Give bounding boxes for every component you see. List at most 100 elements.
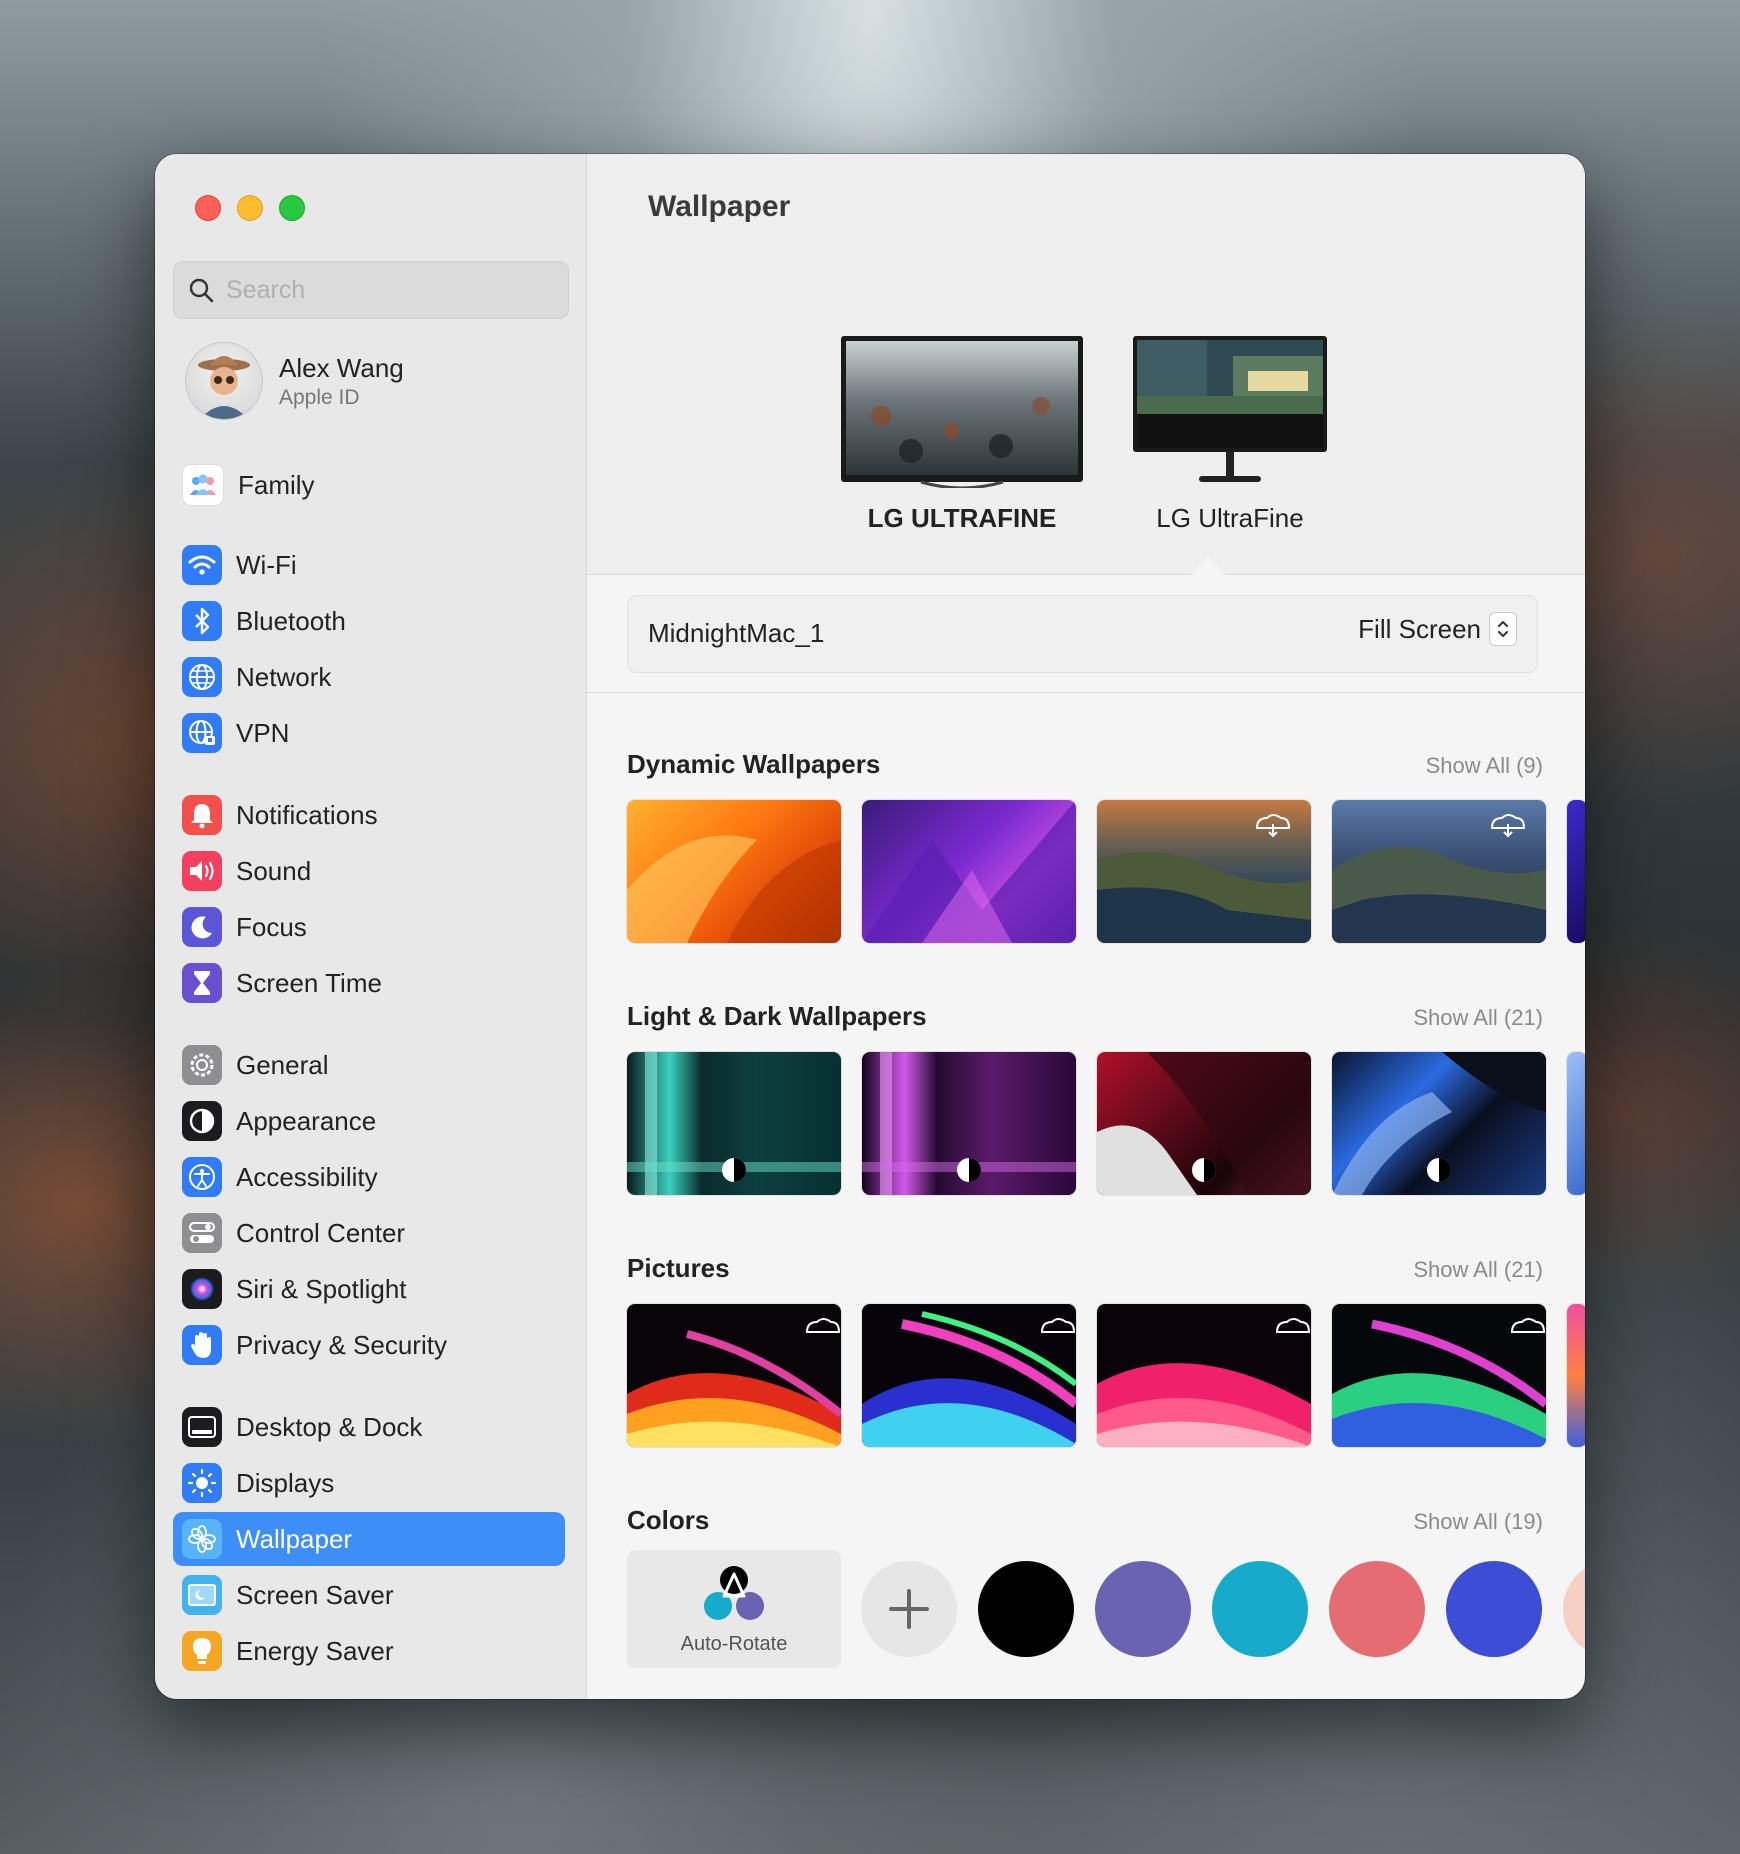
sidebar-item-bluetooth[interactable]: Bluetooth <box>173 594 565 648</box>
sidebar-item-wifi[interactable]: Wi-Fi <box>173 538 565 592</box>
wallpaper-thumbnail[interactable] <box>627 800 841 943</box>
sidebar-item-network[interactable]: Network <box>173 650 565 704</box>
plus-icon <box>889 1589 929 1629</box>
light-dark-wallpapers-row <box>627 1052 1585 1195</box>
sun-icon <box>182 1463 222 1503</box>
sidebar-item-screen-saver[interactable]: Screen Saver <box>173 1568 565 1622</box>
color-swatch[interactable] <box>1095 1561 1191 1657</box>
gear-icon <box>182 1045 222 1085</box>
sidebar-item-privacy-security[interactable]: Privacy & Security <box>173 1318 565 1372</box>
window-controls <box>195 195 305 221</box>
monitor-thumbnail <box>841 336 1083 490</box>
wallpaper-thumbnail[interactable] <box>1567 1052 1585 1195</box>
colors-row: Auto-Rotate <box>627 1550 1585 1670</box>
main-content: Wallpaper LG ULTRAFINE LG UltraFine Midn… <box>587 154 1585 1699</box>
wallpaper-thumbnail[interactable] <box>1097 800 1311 943</box>
sidebar: Alex Wang Apple ID Family Wi-Fi <box>155 154 587 1699</box>
screensaver-icon <box>182 1575 222 1615</box>
show-all-light-dark[interactable]: Show All (21) <box>1413 1005 1543 1031</box>
accessibility-icon <box>182 1157 222 1197</box>
wallpaper-thumbnail[interactable] <box>1332 1304 1546 1447</box>
dock-icon <box>182 1407 222 1447</box>
current-wallpaper-bar: MidnightMac_1 Fill Screen <box>627 595 1538 673</box>
sidebar-item-siri-spotlight[interactable]: Siri & Spotlight <box>173 1262 565 1316</box>
settings-window: Alex Wang Apple ID Family Wi-Fi <box>155 154 1585 1699</box>
page-title: Wallpaper <box>648 190 791 223</box>
fit-mode-popup[interactable]: Fill Screen <box>1358 612 1517 646</box>
globe-icon <box>182 657 222 697</box>
sidebar-item-desktop-dock[interactable]: Desktop & Dock <box>173 1400 565 1454</box>
sidebar-item-energy-saver[interactable]: Energy Saver <box>173 1624 565 1678</box>
show-all-dynamic[interactable]: Show All (9) <box>1426 753 1543 779</box>
search-field[interactable] <box>173 261 569 319</box>
section-title-dynamic: Dynamic Wallpapers <box>627 749 881 779</box>
sidebar-item-accessibility[interactable]: Accessibility <box>173 1150 565 1204</box>
flower-icon <box>182 1519 222 1559</box>
color-swatch[interactable] <box>978 1561 1074 1657</box>
display-label: LG UltraFine <box>1156 503 1304 533</box>
show-all-pictures[interactable]: Show All (21) <box>1413 1257 1543 1283</box>
family-icon <box>182 464 224 506</box>
sidebar-item-wallpaper[interactable]: Wallpaper <box>173 1512 565 1566</box>
color-swatch[interactable] <box>1329 1561 1425 1657</box>
display-lg-ultrafine-2[interactable]: LG UltraFine <box>1133 336 1327 534</box>
section-title-pictures: Pictures <box>627 1253 730 1283</box>
close-button[interactable] <box>195 195 221 221</box>
minimize-button[interactable] <box>237 195 263 221</box>
sidebar-item-displays[interactable]: Displays <box>173 1456 565 1510</box>
wallpaper-thumbnail[interactable] <box>862 1052 1076 1195</box>
bluetooth-icon <box>182 601 222 641</box>
profile-subtitle: Apple ID <box>279 385 360 409</box>
section-title-colors: Colors <box>627 1505 710 1535</box>
selected-display-indicator <box>1190 557 1226 575</box>
sidebar-item-general[interactable]: General <box>173 1038 565 1092</box>
sidebar-item-vpn[interactable]: VPN <box>173 706 565 760</box>
auto-rotate-tile[interactable]: Auto-Rotate <box>627 1550 841 1668</box>
bulb-icon <box>182 1631 222 1671</box>
color-swatch[interactable] <box>1563 1561 1585 1657</box>
sidebar-item-family[interactable]: Family <box>173 458 565 512</box>
chevron-up-down-icon <box>1489 612 1517 646</box>
divider <box>587 692 1585 693</box>
add-color-button[interactable] <box>861 1561 957 1657</box>
wallpaper-thumbnail[interactable] <box>862 1304 1076 1447</box>
vpn-globe-icon <box>182 713 222 753</box>
wallpaper-thumbnail[interactable] <box>627 1304 841 1447</box>
wallpaper-thumbnail[interactable] <box>1097 1052 1311 1195</box>
avatar <box>185 342 263 420</box>
search-input[interactable] <box>224 274 548 306</box>
wallpaper-thumbnail[interactable] <box>1332 800 1546 943</box>
moon-icon <box>182 907 222 947</box>
sidebar-item-focus[interactable]: Focus <box>173 900 565 954</box>
toggles-icon <box>182 1213 222 1253</box>
pictures-row <box>627 1304 1585 1447</box>
sidebar-item-appearance[interactable]: Appearance <box>173 1094 565 1148</box>
current-wallpaper-name: MidnightMac_1 <box>648 618 825 648</box>
show-all-colors[interactable]: Show All (19) <box>1413 1509 1543 1535</box>
display-lg-ultrafine-1[interactable]: LG ULTRAFINE <box>841 336 1083 534</box>
appearance-icon <box>182 1101 222 1141</box>
auto-rotate-icon <box>704 1566 764 1620</box>
wallpaper-thumbnail[interactable] <box>1097 1304 1311 1447</box>
section-title-light-dark: Light & Dark Wallpapers <box>627 1001 927 1031</box>
display-label: LG ULTRAFINE <box>867 503 1057 533</box>
zoom-button[interactable] <box>279 195 305 221</box>
apple-id-profile[interactable]: Alex Wang Apple ID <box>185 342 404 420</box>
wallpaper-thumbnail[interactable] <box>627 1052 841 1195</box>
hand-icon <box>182 1325 222 1365</box>
color-swatch[interactable] <box>1212 1561 1308 1657</box>
dynamic-wallpapers-row <box>627 800 1585 943</box>
auto-rotate-label: Auto-Rotate <box>680 1633 788 1655</box>
wallpaper-thumbnail[interactable] <box>1332 1052 1546 1195</box>
color-swatch[interactable] <box>1446 1561 1542 1657</box>
profile-name: Alex Wang <box>279 352 404 383</box>
sidebar-item-screen-time[interactable]: Screen Time <box>173 956 565 1010</box>
sidebar-item-sound[interactable]: Sound <box>173 844 565 898</box>
sidebar-item-control-center[interactable]: Control Center <box>173 1206 565 1260</box>
wallpaper-thumbnail[interactable] <box>1567 1304 1585 1447</box>
search-icon <box>189 278 214 303</box>
siri-icon <box>182 1269 222 1309</box>
wallpaper-thumbnail[interactable] <box>862 800 1076 943</box>
sidebar-item-notifications[interactable]: Notifications <box>173 788 565 842</box>
wallpaper-thumbnail[interactable] <box>1567 800 1585 943</box>
